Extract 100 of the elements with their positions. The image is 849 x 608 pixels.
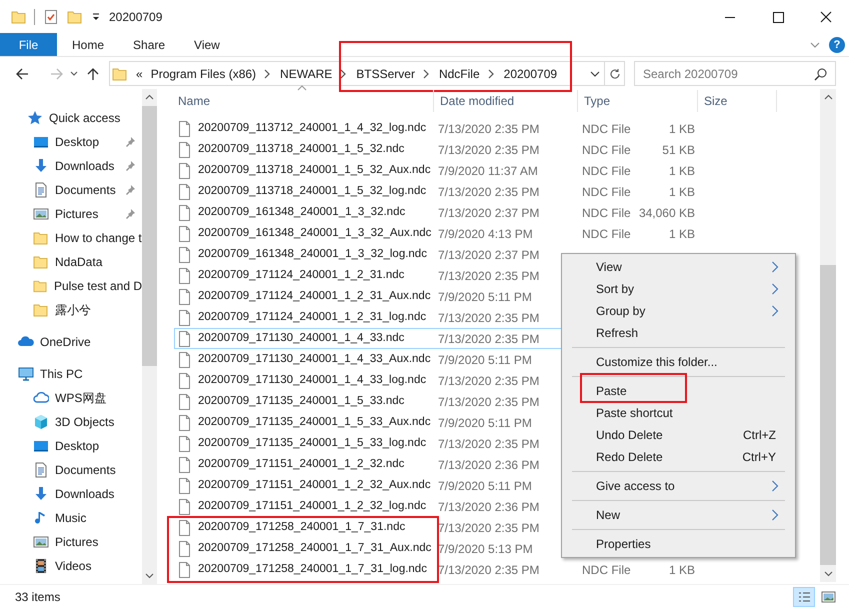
- date-cell-text: 7/13/2020 2:35 PM: [438, 310, 540, 326]
- file-icon: [177, 352, 192, 368]
- breadcrumb-item[interactable]: NdcFile: [438, 64, 480, 82]
- nav-item[interactable]: Desktop: [55, 437, 100, 455]
- nav-item[interactable]: NdaData: [55, 253, 102, 271]
- nav-item[interactable]: 3D Objects: [55, 413, 114, 431]
- file-name[interactable]: 20200709_113718_240001_1_5_32_log.ndc: [198, 182, 438, 200]
- address-bar[interactable]: [109, 61, 605, 86]
- dropdown-icon[interactable]: [91, 12, 101, 22]
- menu-item[interactable]: Sort by: [562, 278, 795, 300]
- file-name[interactable]: 20200709_113718_240001_1_5_32_Aux.ndc: [198, 162, 438, 180]
- breadcrumb-item[interactable]: Program Files (x86): [150, 64, 256, 82]
- nav-item[interactable]: OneDrive: [40, 333, 91, 351]
- date-cell-text: 7/13/2020 2:35 PM: [438, 372, 540, 390]
- menu-item[interactable]: Customize this folder...: [562, 351, 795, 373]
- column-header[interactable]: Size: [697, 90, 777, 112]
- help-button[interactable]: ?: [829, 36, 845, 52]
- menu-item[interactable]: Give access to: [562, 475, 795, 497]
- file-name[interactable]: 20200709_171258_240001_1_7_31_Aux.ndc: [198, 540, 438, 558]
- column-header[interactable]: Date modified: [433, 90, 577, 112]
- nav-item[interactable]: This PC: [40, 365, 83, 383]
- file-name[interactable]: 20200709_171124_240001_1_2_31_log.ndc: [198, 308, 438, 326]
- nav-item[interactable]: Desktop: [55, 133, 100, 151]
- menu-item[interactable]: New: [562, 504, 795, 526]
- file-icon: [177, 394, 192, 410]
- file-name[interactable]: 20200709_161348_240001_1_3_32.ndc: [198, 204, 438, 222]
- nav-item[interactable]: Pulse test and D: [54, 277, 142, 295]
- file-name[interactable]: 20200709_171135_240001_1_5_33_Aux.ndc: [198, 414, 438, 432]
- file-name[interactable]: 20200709_161348_240001_1_3_32_Aux.ndc: [198, 224, 438, 242]
- details-view-button[interactable]: [793, 586, 815, 606]
- up-arrow-icon[interactable]: [85, 66, 101, 82]
- breadcrumb-item[interactable]: NEWARE: [280, 64, 332, 82]
- file-name[interactable]: 20200709_113718_240001_1_5_32.ndc: [198, 140, 438, 158]
- folder-icon: [112, 66, 128, 82]
- menu-item[interactable]: Refresh: [562, 322, 795, 344]
- nav-item[interactable]: Videos: [55, 557, 92, 575]
- overflow-chevron[interactable]: «: [136, 64, 143, 82]
- nav-item[interactable]: Downloads: [55, 485, 114, 503]
- ribbon-tab[interactable]: File: [0, 33, 57, 56]
- menu-item[interactable]: Paste: [562, 380, 795, 402]
- file-name[interactable]: 20200709_171151_240001_1_2_32.ndc: [198, 456, 438, 474]
- checklist-icon[interactable]: [43, 8, 59, 24]
- menu-item[interactable]: Properties: [562, 533, 795, 555]
- nav-item[interactable]: Pictures: [55, 205, 98, 223]
- file-name[interactable]: 20200709_171151_240001_1_2_32_Aux.ndc: [198, 476, 438, 494]
- nav-item[interactable]: Documents: [55, 181, 116, 199]
- scroll-down-icon[interactable]: [145, 571, 154, 580]
- nav-item[interactable]: WPS网盘: [55, 389, 106, 407]
- file-name[interactable]: 20200709_171135_240001_1_5_33_log.ndc: [198, 434, 438, 452]
- date-cell-text: 7/9/2020 5:13 PM: [438, 540, 534, 558]
- search-field[interactable]: Search 20200709: [634, 61, 836, 86]
- menu-item[interactable]: Group by: [562, 300, 795, 322]
- nav-item[interactable]: Documents: [55, 461, 116, 479]
- nav-item[interactable]: How to change t: [55, 229, 142, 247]
- file-name[interactable]: 20200709_171151_240001_1_2_32_log.ndc: [198, 498, 438, 516]
- column-header[interactable]: Name: [157, 90, 433, 112]
- scrollbar-thumb[interactable]: [820, 265, 836, 565]
- nav-item[interactable]: Pictures: [55, 533, 98, 551]
- scrollbar-thumb[interactable]: [142, 106, 157, 366]
- file-name[interactable]: 20200709_171124_240001_1_2_31.ndc: [198, 266, 438, 284]
- date-cell-text: 7/13/2020 2:35 PM: [438, 268, 540, 284]
- file-name[interactable]: 20200709_171124_240001_1_2_31_Aux.ndc: [198, 288, 438, 306]
- ribbon-tab[interactable]: Share: [119, 33, 180, 56]
- menu-item[interactable]: View: [562, 256, 795, 278]
- size-cell-text: 51 KB: [661, 142, 695, 158]
- ribbon-tab[interactable]: View: [180, 33, 234, 56]
- breadcrumb-item[interactable]: 20200709: [504, 64, 558, 82]
- ribbon-tab[interactable]: Home: [58, 33, 118, 56]
- nav-item[interactable]: Quick access: [49, 109, 120, 127]
- file-icon: [177, 204, 192, 220]
- download-arrow-icon: [33, 486, 49, 502]
- column-header[interactable]: Type: [577, 90, 697, 112]
- search-icon[interactable]: [814, 67, 828, 81]
- document-icon: [33, 462, 49, 478]
- breadcrumb-item[interactable]: BTSServer: [356, 64, 415, 82]
- nav-item[interactable]: 露小兮: [55, 301, 91, 319]
- file-name[interactable]: 20200709_171258_240001_1_7_31_log.ndc: [198, 560, 438, 578]
- menu-item[interactable]: Redo Delete Ctrl+Y: [562, 446, 795, 468]
- scroll-up-icon[interactable]: [145, 93, 154, 102]
- menu-item[interactable]: Paste shortcut: [562, 402, 795, 424]
- file-name[interactable]: 20200709_171135_240001_1_5_33.ndc: [198, 392, 438, 410]
- file-icon: [177, 310, 192, 326]
- file-name[interactable]: 20200709_161348_240001_1_3_32_log.ndc: [198, 246, 438, 264]
- type-cell-text: NDC File: [582, 162, 631, 180]
- file-name[interactable]: 20200709_171130_240001_1_4_33.ndc: [198, 330, 438, 348]
- nav-item[interactable]: Downloads: [55, 157, 114, 175]
- back-arrow-icon[interactable]: [14, 66, 30, 82]
- file-name[interactable]: 20200709_113712_240001_1_4_32_log.ndc: [198, 120, 438, 138]
- file-name[interactable]: 20200709_171130_240001_1_4_33_log.ndc: [198, 372, 438, 390]
- date-cell-text: 7/13/2020 2:36 PM: [438, 456, 540, 474]
- file-icon: [177, 184, 192, 200]
- scroll-up-icon[interactable]: [824, 93, 832, 102]
- recent-dropdown-icon[interactable]: [69, 68, 79, 78]
- nav-item[interactable]: Music: [55, 509, 86, 527]
- file-name[interactable]: 20200709_171258_240001_1_7_31.ndc: [198, 518, 438, 536]
- refresh-button[interactable]: [605, 61, 625, 86]
- date-cell-text: 7/9/2020 5:11 PM: [438, 478, 533, 494]
- file-name[interactable]: 20200709_171130_240001_1_4_33_Aux.ndc: [198, 350, 438, 368]
- scroll-down-icon[interactable]: [824, 569, 832, 578]
- menu-item[interactable]: Undo Delete Ctrl+Z: [562, 424, 795, 446]
